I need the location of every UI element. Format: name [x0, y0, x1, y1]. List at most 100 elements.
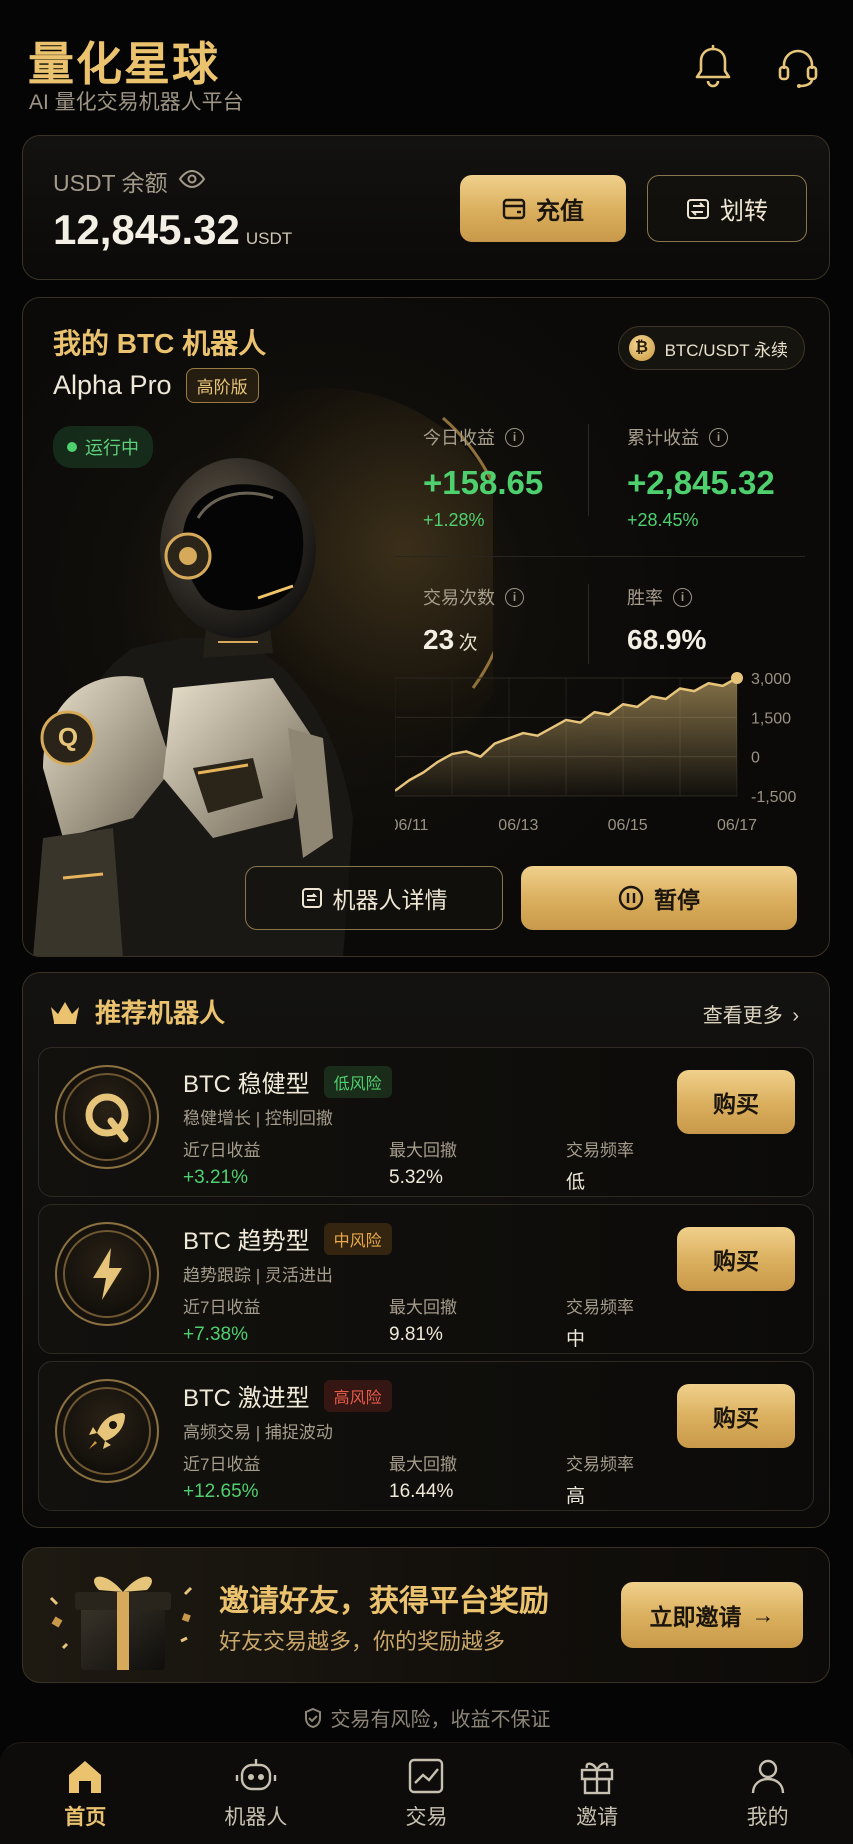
nav-robot[interactable]: 机器人	[171, 1743, 342, 1844]
balance-card: USDT 余额 12,845.32 USDT 充值 划转	[22, 135, 830, 280]
risk-badge: 低风险	[323, 1065, 392, 1098]
chart-x-tick-label: 06/17	[717, 817, 757, 834]
return-value: +7.38%	[183, 1324, 248, 1345]
invite-now-button[interactable]: 立即邀请 →	[621, 1582, 803, 1648]
see-more-label: 查看更多	[702, 1005, 783, 1027]
buy-button[interactable]: 购买	[677, 1070, 795, 1134]
tier-badge: 高阶版	[185, 368, 259, 403]
frequency-value: 低	[566, 1172, 586, 1193]
app-title: 量化星球	[28, 38, 220, 90]
today-profit-block: 今日收益 i +158.65 +1.28%	[423, 424, 543, 531]
transfer-icon	[687, 198, 709, 219]
status-badge: 运行中	[53, 426, 153, 468]
crown-icon	[51, 1001, 79, 1024]
trading-pair-badge[interactable]: ₿ BTC/USDT 永续	[617, 326, 805, 370]
info-icon[interactable]: i	[709, 427, 728, 447]
status-dot-icon	[67, 442, 77, 452]
info-icon[interactable]: i	[673, 587, 692, 607]
profit-chart: 3,000 1,500 0 -1,500 06/11 06/13 06/15 06/17	[395, 671, 796, 834]
nav-trade[interactable]: 交易	[341, 1743, 512, 1844]
robot-list-item[interactable]: BTC 激进型 高风险 高频交易 | 捕捉波动 近7日收益 +12.65% 最大回撤…	[38, 1361, 814, 1511]
robot-name: Alpha Pro	[53, 370, 172, 400]
drawdown-label: 最大回撤	[389, 1298, 457, 1317]
nav-invite[interactable]: 邀请	[512, 1743, 683, 1844]
wallet-icon	[502, 198, 526, 219]
nav-home-label: 首页	[64, 1805, 107, 1829]
my-robot-card: Q 我的 BTC 机器人 Alpha Pro 高阶版 运行中 ₿ BTC/USD…	[22, 297, 830, 957]
status-label: 运行中	[85, 438, 139, 458]
details-icon	[301, 888, 322, 908]
bitcoin-icon: ₿	[628, 335, 655, 361]
balance-label: USDT 余额	[53, 170, 168, 196]
nav-robot-label: 机器人	[224, 1805, 288, 1829]
buy-button[interactable]: 购买	[677, 1384, 795, 1448]
transfer-button[interactable]: 划转	[647, 175, 807, 242]
pause-button[interactable]: 暂停	[521, 866, 797, 930]
robot-list-item[interactable]: BTC 趋势型 中风险 趋势跟踪 | 灵活进出 近7日收益 +7.38% 最大回撤 9…	[38, 1204, 814, 1354]
robot-item-desc: 趋势跟踪 | 灵活进出	[183, 1266, 333, 1285]
robot-item-name: BTC 稳健型	[183, 1071, 310, 1098]
chart-x-tick-label: 06/15	[608, 817, 648, 834]
chart-x-tick-label: 06/11	[395, 817, 429, 834]
frequency-value: 中	[566, 1329, 586, 1350]
today-profit-percent: +1.28%	[423, 510, 485, 530]
stat-row-divider	[395, 556, 805, 557]
eye-icon[interactable]	[178, 168, 206, 195]
gift-nav-icon	[580, 1762, 614, 1794]
invite-banner[interactable]: 邀请好友，获得平台奖励 好友交易越多，你的奖励越多 立即邀请 →	[22, 1547, 830, 1683]
user-icon	[751, 1759, 784, 1793]
see-more-link[interactable]: 查看更多 ›	[703, 999, 799, 1028]
return-label: 近7日收益	[183, 1455, 261, 1474]
trade-count-value: 23	[423, 624, 455, 655]
return-label: 近7日收益	[183, 1141, 261, 1160]
robot-item-name: BTC 趋势型	[183, 1228, 310, 1255]
chart-icon	[409, 1758, 444, 1793]
recommended-title: 推荐机器人	[95, 998, 226, 1028]
trade-count-block: 交易次数 i 23 次	[423, 584, 524, 656]
trade-count-label: 交易次数	[423, 588, 495, 608]
customer-service-icon[interactable]	[775, 44, 821, 90]
arrow-right-icon: →	[751, 1601, 775, 1628]
recommended-header: 推荐机器人	[49, 993, 225, 1030]
rocket-icon	[55, 1379, 159, 1483]
shield-check-icon	[304, 1707, 321, 1728]
win-rate-label: 胜率	[627, 588, 663, 608]
win-rate-value: 68.9%	[627, 624, 707, 655]
frequency-label: 交易频率	[566, 1298, 634, 1317]
nav-home[interactable]: 首页	[0, 1743, 171, 1844]
balance-unit: USDT	[245, 229, 293, 248]
gift-icon	[49, 1576, 193, 1670]
balance-amount: 12,845.32 USDT	[53, 206, 292, 254]
chart-y-tick-label: 1,500	[751, 710, 791, 727]
return-value: +3.21%	[183, 1167, 248, 1188]
invite-title: 邀请好友，获得平台奖励	[219, 1585, 549, 1618]
frequency-value: 高	[566, 1486, 586, 1507]
recommended-section: 推荐机器人 查看更多 › BTC 稳健型 低风险 稳健增长 | 控制回撤 近7日收…	[22, 972, 830, 1528]
nav-mine[interactable]: 我的	[682, 1743, 853, 1844]
info-icon[interactable]: i	[505, 587, 524, 607]
chart-last-point	[731, 672, 743, 684]
robot-name-row: Alpha Pro 高阶版	[53, 368, 259, 403]
drawdown-label: 最大回撤	[389, 1455, 457, 1474]
robot-details-button[interactable]: 机器人详情	[245, 866, 503, 930]
robot-list-item[interactable]: BTC 稳健型 低风险 稳健增长 | 控制回撤 近7日收益 +3.21% 最大回撤 5…	[38, 1047, 814, 1197]
svg-text:Q: Q	[58, 722, 78, 752]
balance-label-row: USDT 余额	[53, 164, 206, 198]
buy-button[interactable]: 购买	[677, 1227, 795, 1291]
total-profit-block: 累计收益 i +2,845.32 +28.45%	[627, 424, 775, 531]
deposit-label: 充值	[536, 198, 584, 225]
drawdown-value: 5.32%	[389, 1167, 443, 1188]
balance-value: 12,845.32	[53, 206, 240, 253]
return-label: 近7日收益	[183, 1298, 261, 1317]
risk-badge: 中风险	[323, 1222, 392, 1255]
transfer-label: 划转	[720, 198, 768, 225]
invite-subtitle: 好友交易越多，你的奖励越多	[219, 1629, 506, 1654]
info-icon[interactable]: i	[505, 427, 524, 447]
total-profit-value: +2,845.32	[627, 464, 775, 501]
bell-icon[interactable]	[690, 44, 736, 90]
risk-disclaimer: 交易有风险，收益不保证	[0, 1703, 853, 1732]
deposit-button[interactable]: 充值	[460, 175, 626, 242]
nav-invite-label: 邀请	[576, 1805, 619, 1829]
robot-item-desc: 高频交易 | 捕捉波动	[183, 1423, 333, 1442]
today-profit-value: +158.65	[423, 464, 544, 501]
